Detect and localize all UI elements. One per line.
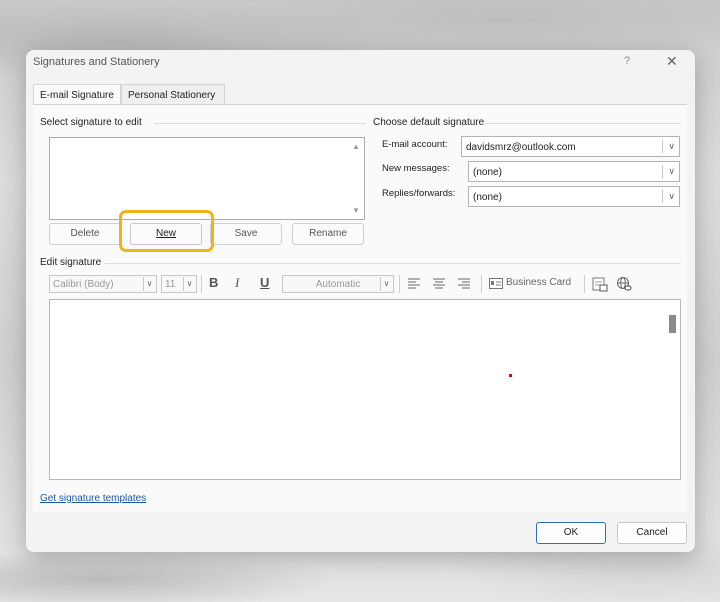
dialog-title: Signatures and Stationery <box>33 56 160 68</box>
font-select[interactable]: Calibri (Body) ∨ <box>49 275 157 293</box>
tab-personal-stationery-label: Personal Stationery <box>128 90 216 101</box>
select-signature-heading: Select signature to edit <box>40 117 142 128</box>
chevron-down-icon: ∨ <box>143 277 155 291</box>
chevron-down-icon: ∨ <box>668 141 675 151</box>
divider <box>399 275 400 293</box>
tab-personal-stationery[interactable]: Personal Stationery <box>121 84 225 105</box>
hyperlink-icon[interactable] <box>616 276 632 294</box>
email-account-select[interactable]: davidsmrz@outlook.com ∨ <box>461 136 680 157</box>
edit-signature-heading: Edit signature <box>40 257 102 268</box>
signature-list[interactable]: ▲ ▼ <box>49 137 365 220</box>
default-signature-heading: Choose default signature <box>373 117 485 128</box>
replies-forwards-select[interactable]: (none) ∨ <box>468 186 680 207</box>
email-account-value: davidsmrz@outlook.com <box>466 142 576 153</box>
signature-editor[interactable] <box>49 299 681 480</box>
new-button-highlight <box>119 210 214 252</box>
help-button[interactable]: ? <box>624 55 630 67</box>
align-center-icon[interactable] <box>432 277 446 295</box>
rename-button[interactable]: Rename <box>292 223 364 245</box>
replies-forwards-label: Replies/forwards: <box>382 188 456 199</box>
bold-button[interactable]: B <box>209 275 218 293</box>
business-card-icon <box>489 278 503 289</box>
business-card-button[interactable]: Business Card <box>489 277 579 295</box>
business-card-label: Business Card <box>506 277 572 288</box>
new-messages-select[interactable]: (none) ∨ <box>468 161 680 182</box>
divider <box>481 275 482 293</box>
signatures-dialog: Signatures and Stationery ? ✕ E-mail Sig… <box>26 50 695 552</box>
divider <box>485 123 681 124</box>
chevron-down-icon: ∨ <box>668 191 675 201</box>
new-messages-value: (none) <box>473 167 502 178</box>
email-account-label: E-mail account: <box>382 139 448 150</box>
divider <box>584 275 585 293</box>
title-bar: Signatures and Stationery ? ✕ <box>26 50 695 76</box>
chevron-down-icon: ∨ <box>183 277 195 291</box>
underline-button[interactable]: U <box>260 275 269 293</box>
cancel-button[interactable]: Cancel <box>617 522 687 544</box>
editor-scrollbar-thumb[interactable] <box>669 315 676 333</box>
email-signature-panel: Select signature to edit ▲ ▼ Delete New … <box>33 104 687 512</box>
chevron-down-icon: ∨ <box>668 166 675 176</box>
get-signature-templates-link[interactable]: Get signature templates <box>40 493 146 504</box>
color-value: Automatic <box>315 279 361 290</box>
divider <box>662 140 663 153</box>
align-left-icon[interactable] <box>407 277 421 295</box>
cursor-marker <box>509 374 512 377</box>
divider <box>201 275 202 293</box>
font-size-value: 11 <box>165 279 176 290</box>
chevron-down-icon: ∨ <box>380 277 392 291</box>
divider <box>105 263 681 264</box>
align-right-icon[interactable] <box>457 277 471 295</box>
new-messages-label: New messages: <box>382 163 450 174</box>
save-button[interactable]: Save <box>210 223 282 245</box>
tab-email-signature[interactable]: E-mail Signature <box>33 84 121 105</box>
signature-list-scrollbar[interactable]: ▲ ▼ <box>349 138 364 219</box>
tab-email-signature-label: E-mail Signature <box>40 90 114 101</box>
scroll-up-icon[interactable]: ▲ <box>352 142 360 151</box>
scroll-down-icon[interactable]: ▼ <box>352 206 360 215</box>
insert-picture-icon[interactable] <box>592 276 608 294</box>
font-value: Calibri (Body) <box>53 279 114 290</box>
divider <box>154 123 366 124</box>
font-size-select[interactable]: 11 ∨ <box>161 275 197 293</box>
formatting-toolbar: Calibri (Body) ∨ 11 ∨ B I U Automatic ∨ <box>49 275 669 295</box>
color-select[interactable]: Automatic ∨ <box>282 275 394 293</box>
divider <box>662 190 663 203</box>
close-button[interactable]: ✕ <box>666 53 678 70</box>
italic-button[interactable]: I <box>235 275 239 293</box>
delete-button[interactable]: Delete <box>49 223 121 245</box>
divider <box>662 165 663 178</box>
ok-button[interactable]: OK <box>536 522 606 544</box>
replies-forwards-value: (none) <box>473 192 502 203</box>
